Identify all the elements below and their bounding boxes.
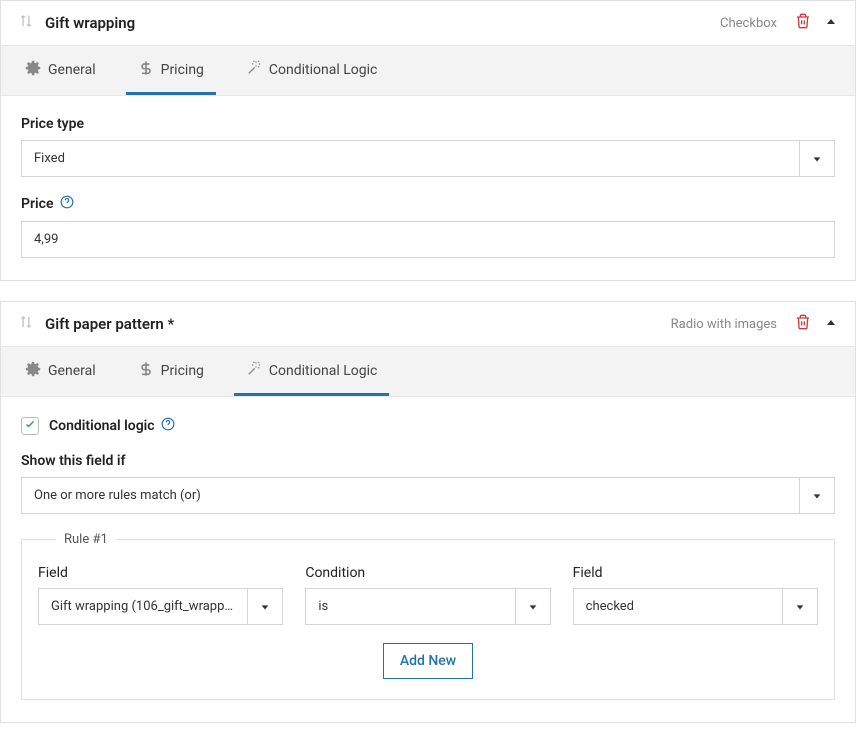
tab-general[interactable]: General [13, 46, 108, 95]
tab-label: Pricing [161, 62, 204, 78]
rule-condition-select[interactable]: is [305, 588, 550, 625]
tab-conditional-logic[interactable]: Conditional Logic [234, 46, 389, 95]
rule-legend: Rule #1 [56, 532, 116, 547]
tabs: General Pricing Conditional Logic [1, 346, 855, 397]
chevron-down-icon [799, 478, 834, 513]
select-value: Fixed [22, 141, 799, 176]
conditional-logic-toggle: Conditional logic [21, 417, 835, 435]
panel-header: Gift paper pattern * Radio with images [1, 302, 855, 346]
panel-type-label: Checkbox [720, 16, 777, 31]
price-type-select[interactable]: Fixed [21, 140, 835, 177]
tab-label: Conditional Logic [269, 363, 377, 379]
help-icon[interactable] [60, 195, 74, 213]
tab-label: General [48, 363, 96, 379]
checkbox-label: Conditional logic [49, 418, 155, 434]
panel-type-label: Radio with images [671, 317, 777, 332]
drag-handle-icon[interactable] [19, 315, 33, 333]
rule-value-select[interactable]: checked [573, 588, 818, 625]
check-icon [24, 418, 36, 434]
wand-icon [246, 60, 262, 80]
dollar-icon [138, 361, 154, 381]
delete-button[interactable] [795, 13, 811, 33]
select-value: One or more rules match (or) [22, 478, 799, 513]
rule-col-field: Field Gift wrapping (106_gift_wrappi... [38, 565, 283, 625]
panel-body: Price type Fixed Price [1, 96, 855, 280]
dollar-icon [138, 60, 154, 80]
chevron-down-icon [799, 141, 834, 176]
price-type-label: Price type [21, 116, 835, 132]
panel-title: Gift paper pattern * [45, 315, 671, 333]
delete-button[interactable] [795, 314, 811, 334]
add-rule-button[interactable]: Add New [383, 643, 473, 679]
chevron-down-icon [782, 589, 817, 624]
conditional-logic-checkbox[interactable] [21, 417, 39, 435]
rule-condition-label: Condition [305, 565, 550, 581]
tab-pricing[interactable]: Pricing [126, 347, 216, 396]
price-label: Price [21, 195, 835, 213]
panel-header: Gift wrapping Checkbox [1, 1, 855, 45]
gear-icon [25, 60, 41, 80]
wand-icon [246, 361, 262, 381]
gear-icon [25, 361, 41, 381]
tab-label: Pricing [161, 363, 204, 379]
tab-label: Conditional Logic [269, 62, 377, 78]
panel-body: Conditional logic Show this field if One… [1, 397, 855, 722]
rule-field-select[interactable]: Gift wrapping (106_gift_wrappi... [38, 588, 283, 625]
tab-label: General [48, 62, 96, 78]
rule-row: Field Gift wrapping (106_gift_wrappi... … [38, 565, 818, 625]
rule-value-label: Field [573, 565, 818, 581]
panel-gift-wrapping: Gift wrapping Checkbox General Pricing C… [0, 0, 856, 281]
show-if-label: Show this field if [21, 453, 835, 469]
collapse-icon[interactable] [825, 316, 837, 332]
tab-pricing[interactable]: Pricing [126, 46, 216, 95]
select-value: is [306, 589, 514, 624]
select-value: checked [574, 589, 782, 624]
rule-field-label: Field [38, 565, 283, 581]
panel-title: Gift wrapping [45, 14, 720, 32]
rule-col-condition: Condition is [305, 565, 550, 625]
tab-conditional-logic[interactable]: Conditional Logic [234, 347, 389, 396]
price-input[interactable] [21, 221, 835, 258]
chevron-down-icon [515, 589, 550, 624]
select-value: Gift wrapping (106_gift_wrappi... [39, 589, 247, 624]
tabs: General Pricing Conditional Logic [1, 45, 855, 96]
show-if-select[interactable]: One or more rules match (or) [21, 477, 835, 514]
drag-handle-icon[interactable] [19, 14, 33, 32]
chevron-down-icon [247, 589, 282, 624]
panel-gift-paper-pattern: Gift paper pattern * Radio with images G… [0, 301, 856, 723]
help-icon[interactable] [161, 417, 175, 435]
rule-col-value: Field checked [573, 565, 818, 625]
collapse-icon[interactable] [825, 15, 837, 31]
tab-general[interactable]: General [13, 347, 108, 396]
rule-fieldset: Rule #1 Field Gift wrapping (106_gift_wr… [21, 532, 835, 700]
